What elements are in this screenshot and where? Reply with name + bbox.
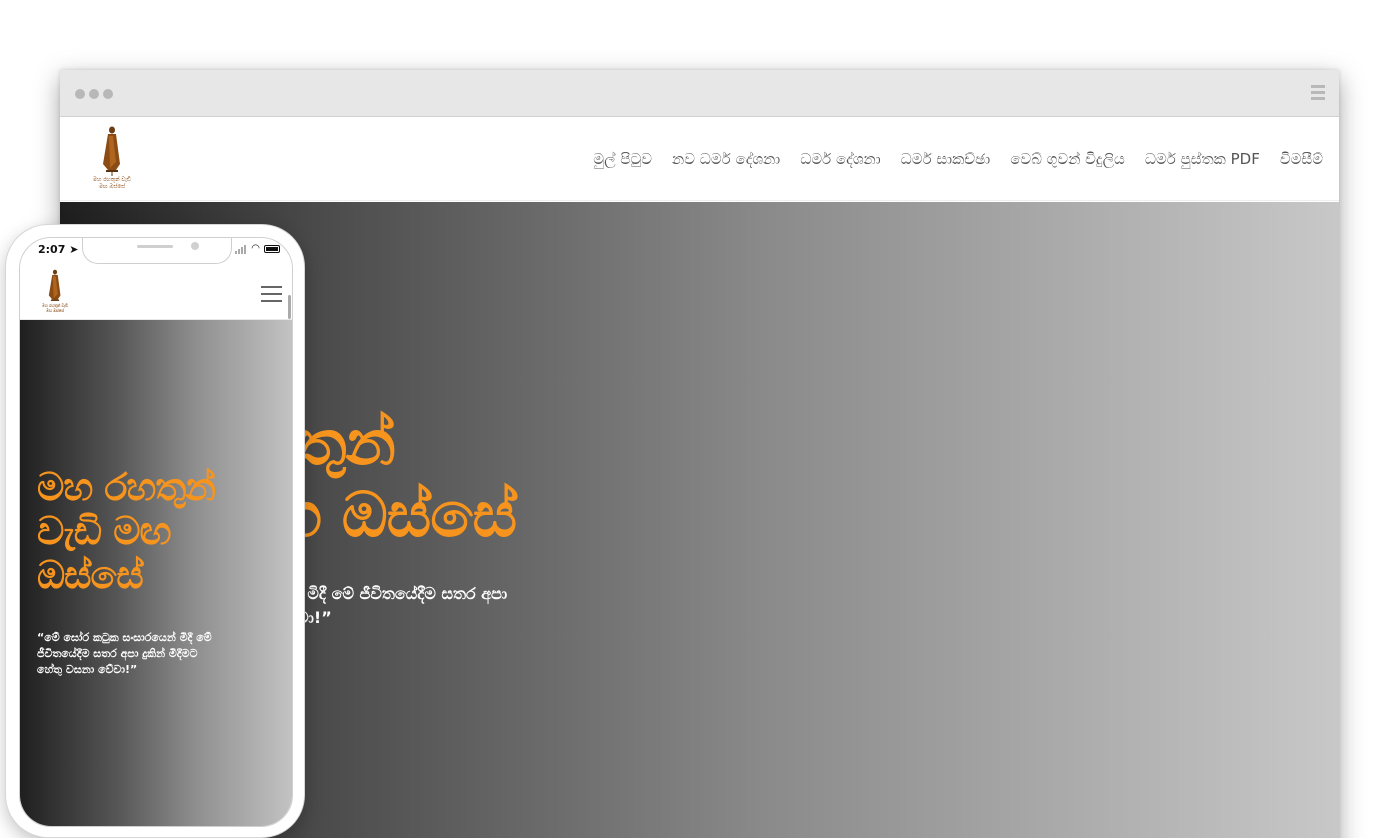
nav-item-sermons[interactable]: ධර්ම දේශනා: [800, 150, 880, 168]
mobile-hero-section: මහ රහතුන් වැඩි මඟ ඔස්සේ “මේ ඝෝර කටුක සංස…: [20, 320, 292, 826]
phone-mockup: 2:07 ➤ ◠ මහ රහතුන් වැඩි මඟ ඔස්සේ මහ රහතු…: [6, 225, 304, 837]
nav-item-discussions[interactable]: ධර්ම සාකච්ඡා: [901, 150, 991, 168]
mobile-logo[interactable]: මහ රහතුන් වැඩි මඟ ඔස්සේ: [34, 268, 76, 316]
logo-caption-line2: මඟ ඔස්සේ: [99, 183, 125, 190]
signal-icon: [235, 244, 247, 254]
window-dot-icon[interactable]: [89, 89, 99, 99]
hamburger-icon[interactable]: [261, 286, 282, 307]
status-time: 2:07 ➤: [38, 243, 79, 256]
nav-item-new-sermons[interactable]: නව ධර්ම දේශනා: [672, 150, 780, 168]
logo-caption-line1: මහ රහතුන් වැඩි: [93, 176, 131, 183]
speaker-icon: [137, 245, 173, 248]
browser-menu-icon[interactable]: [1311, 85, 1325, 103]
battery-icon: [264, 245, 280, 253]
status-icons: ◠: [235, 244, 280, 254]
nav-item-web-radio[interactable]: වෙබ් ගුවන් විදුලිය: [1010, 150, 1125, 168]
camera-icon: [191, 242, 199, 250]
phone-screen: 2:07 ➤ ◠ මහ රහතුන් වැඩි මඟ ඔස්සේ මහ රහතු…: [19, 237, 293, 827]
phone-status-bar: 2:07 ➤ ◠: [20, 238, 292, 264]
browser-toolbar: [60, 70, 1339, 117]
window-dot-icon[interactable]: [103, 89, 113, 99]
nav-item-home[interactable]: මුල් පිටුව: [593, 150, 652, 168]
phone-notch: [82, 238, 232, 264]
mobile-logo-caption-line2: මඟ ඔස්සේ: [46, 308, 64, 313]
mobile-hero-quote: “මේ ඝෝර කටුක සංසාරයෙන් මිදී මේ ජීවිතයේදී…: [37, 631, 212, 676]
mobile-header: මහ රහතුන් වැඩි මඟ ඔස්සේ: [20, 264, 292, 320]
site-logo[interactable]: මහ රහතුන් වැඩි මඟ ඔස්සේ: [82, 124, 142, 194]
window-dot-icon[interactable]: [75, 89, 85, 99]
mobile-logo-caption-line1: මහ රහතුන් වැඩි: [42, 303, 68, 308]
nav-item-inquiries[interactable]: විමසීම්: [1280, 150, 1323, 168]
wifi-icon: ◠: [251, 243, 260, 254]
mobile-hero-title: මහ රහතුන් වැඩි මඟ ඔස්සේ: [37, 465, 216, 597]
window-controls: [75, 89, 113, 99]
site-header: මහ රහතුන් වැඩි මඟ ඔස්සේ මුල් පිටුව නව ධර…: [60, 117, 1339, 201]
nav-item-pdf-books[interactable]: ධර්ම පුස්තක PDF: [1145, 150, 1260, 168]
main-nav: මුල් පිටුව නව ධර්ම දේශනා ධර්ම දේශනා ධර්ම…: [593, 150, 1323, 168]
scrollbar[interactable]: [288, 295, 291, 319]
